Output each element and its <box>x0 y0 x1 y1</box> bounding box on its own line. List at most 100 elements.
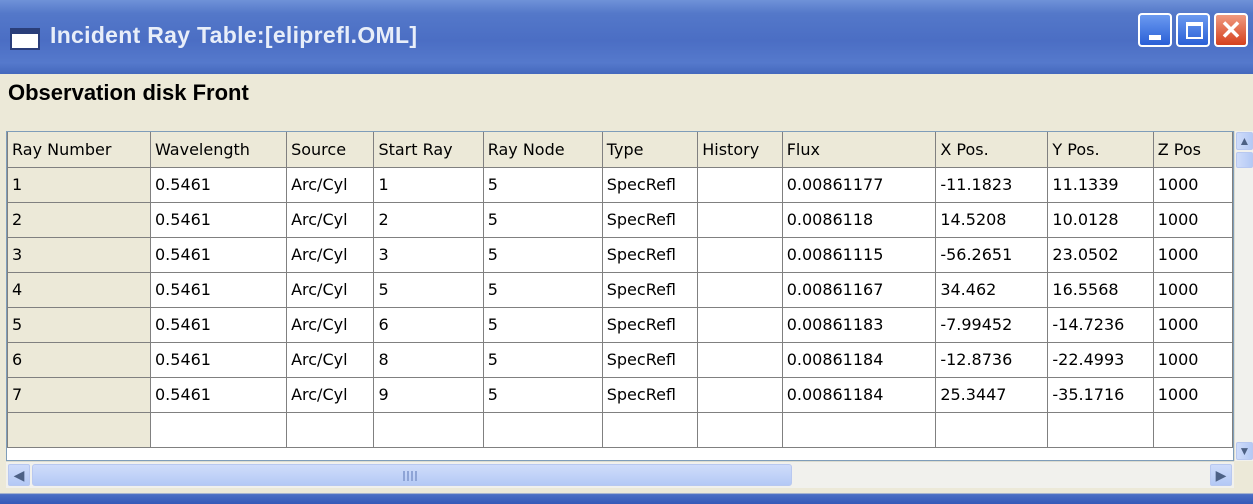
column-header-start-ray[interactable]: Start Ray <box>373 132 484 168</box>
table-cell[interactable]: SpecRefl <box>601 306 699 343</box>
arrow-right-icon[interactable]: ▶ <box>1210 464 1232 486</box>
table-cell[interactable]: 5 <box>482 201 603 238</box>
table-cell[interactable]: 23.0502 <box>1047 236 1154 273</box>
table-cell[interactable]: -22.4993 <box>1047 341 1154 378</box>
table-cell[interactable]: SpecRefl <box>601 376 699 413</box>
table-cell[interactable]: 0.00861183 <box>781 306 937 343</box>
row-number-cell[interactable]: 3 <box>7 236 151 273</box>
table-cell[interactable]: 16.5568 <box>1047 271 1154 308</box>
table-cell[interactable]: SpecRefl <box>601 201 699 238</box>
table-cell[interactable]: Arc/Cyl <box>286 376 375 413</box>
table-cell[interactable]: 0.00861177 <box>781 166 937 203</box>
table-cell[interactable] <box>697 236 783 273</box>
table-cell[interactable]: SpecRefl <box>601 271 699 308</box>
table-cell[interactable]: 5 <box>482 376 603 413</box>
minimize-button[interactable] <box>1138 13 1172 47</box>
table-cell[interactable]: 1000 <box>1152 201 1233 238</box>
row-number-cell[interactable] <box>7 411 151 448</box>
table-cell[interactable] <box>286 411 375 448</box>
table-cell[interactable] <box>482 411 603 448</box>
arrow-up-icon[interactable]: ▲ <box>1236 132 1253 150</box>
table-row[interactable]: 5 0.5461 Arc/Cyl 6 5 SpecRefl 0.00861183 -7.994… <box>7 306 1233 343</box>
table-cell[interactable]: 5 <box>482 236 603 273</box>
table-cell[interactable]: 5 <box>373 271 484 308</box>
table-cell[interactable]: 0.5461 <box>149 236 288 273</box>
table-cell[interactable]: 0.5461 <box>149 376 288 413</box>
horizontal-scrollbar[interactable]: ◀ ▶ <box>6 461 1234 488</box>
table-cell[interactable]: 0.5461 <box>149 201 288 238</box>
column-header-history[interactable]: History <box>697 132 783 168</box>
table-cell[interactable] <box>697 376 783 413</box>
table-cell[interactable] <box>781 411 937 448</box>
table-cell[interactable]: 0.0086118 <box>781 201 937 238</box>
row-number-cell[interactable]: 5 <box>7 306 151 343</box>
title-bar[interactable]: Incident Ray Table:[eliprefl.OML] ✕ <box>0 0 1253 74</box>
table-cell[interactable] <box>601 411 699 448</box>
table-cell[interactable]: 8 <box>373 341 484 378</box>
row-number-cell[interactable]: 4 <box>7 271 151 308</box>
table-cell[interactable]: 9 <box>373 376 484 413</box>
table-cell[interactable]: -7.99452 <box>935 306 1049 343</box>
table-cell[interactable]: 11.1339 <box>1047 166 1154 203</box>
table-row[interactable]: 4 0.5461 Arc/Cyl 5 5 SpecRefl 0.00861167 34.462… <box>7 271 1233 308</box>
table-cell[interactable]: 0.00861184 <box>781 341 937 378</box>
column-header-y-pos[interactable]: Y Pos. <box>1047 132 1154 168</box>
table-cell[interactable]: 5 <box>482 166 603 203</box>
table-cell[interactable]: -11.1823 <box>935 166 1049 203</box>
table-cell[interactable]: Arc/Cyl <box>286 271 375 308</box>
table-cell[interactable] <box>697 306 783 343</box>
table-cell[interactable]: 3 <box>373 236 484 273</box>
table-cell[interactable]: Arc/Cyl <box>286 201 375 238</box>
row-number-cell[interactable]: 2 <box>7 201 151 238</box>
table-cell[interactable]: SpecRefl <box>601 236 699 273</box>
table-cell[interactable]: Arc/Cyl <box>286 341 375 378</box>
table-cell[interactable]: SpecRefl <box>601 341 699 378</box>
table-cell[interactable]: 1 <box>373 166 484 203</box>
table-cell[interactable] <box>697 201 783 238</box>
table-cell[interactable]: -12.8736 <box>935 341 1049 378</box>
table-cell[interactable]: 10.0128 <box>1047 201 1154 238</box>
table-cell[interactable]: -35.1716 <box>1047 376 1154 413</box>
table-cell[interactable] <box>1047 411 1154 448</box>
column-header-z-pos[interactable]: Z Pos <box>1152 132 1233 168</box>
table-cell[interactable]: 5 <box>482 341 603 378</box>
table-cell[interactable]: 1000 <box>1152 306 1233 343</box>
table-cell[interactable]: 1000 <box>1152 341 1233 378</box>
column-header-x-pos[interactable]: X Pos. <box>935 132 1049 168</box>
table-cell[interactable] <box>697 166 783 203</box>
table-cell[interactable]: 0.5461 <box>149 166 288 203</box>
column-header-ray-number[interactable]: Ray Number <box>7 132 151 168</box>
table-row[interactable]: 2 0.5461 Arc/Cyl 2 5 SpecRefl 0.0086118 14.5208… <box>7 201 1233 238</box>
table-cell[interactable]: 1000 <box>1152 376 1233 413</box>
column-header-ray-node[interactable]: Ray Node <box>482 132 603 168</box>
table-cell[interactable]: 0.5461 <box>149 306 288 343</box>
table-cell[interactable]: 34.462 <box>935 271 1049 308</box>
table-cell[interactable]: -14.7236 <box>1047 306 1154 343</box>
table-cell[interactable] <box>697 411 783 448</box>
table-cell[interactable]: 25.3447 <box>935 376 1049 413</box>
table-cell[interactable] <box>149 411 288 448</box>
table-cell[interactable]: 1000 <box>1152 236 1233 273</box>
arrow-left-icon[interactable]: ◀ <box>8 464 30 486</box>
table-row[interactable] <box>7 411 1233 448</box>
column-header-wavelength[interactable]: Wavelength <box>149 132 288 168</box>
row-number-cell[interactable]: 6 <box>7 341 151 378</box>
maximize-button[interactable] <box>1176 13 1210 47</box>
table-cell[interactable]: SpecRefl <box>601 166 699 203</box>
arrow-down-icon[interactable]: ▼ <box>1236 442 1253 460</box>
table-cell[interactable]: 0.00861115 <box>781 236 937 273</box>
table-row[interactable]: 6 0.5461 Arc/Cyl 8 5 SpecRefl 0.00861184 -12.87… <box>7 341 1233 378</box>
table-cell[interactable] <box>697 271 783 308</box>
table-row[interactable]: 7 0.5461 Arc/Cyl 9 5 SpecRefl 0.00861184 25.344… <box>7 376 1233 413</box>
horizontal-scroll-thumb[interactable] <box>32 464 792 486</box>
table-cell[interactable]: -56.2651 <box>935 236 1049 273</box>
table-cell[interactable]: Arc/Cyl <box>286 166 375 203</box>
table-cell[interactable]: 2 <box>373 201 484 238</box>
table-cell[interactable]: 5 <box>482 306 603 343</box>
table-cell[interactable]: 0.5461 <box>149 271 288 308</box>
column-header-flux[interactable]: Flux <box>781 132 937 168</box>
table-cell[interactable]: Arc/Cyl <box>286 306 375 343</box>
table-cell[interactable]: Arc/Cyl <box>286 236 375 273</box>
vertical-scrollbar[interactable]: ▲ ▼ <box>1234 131 1253 461</box>
table-cell[interactable]: 0.00861184 <box>781 376 937 413</box>
